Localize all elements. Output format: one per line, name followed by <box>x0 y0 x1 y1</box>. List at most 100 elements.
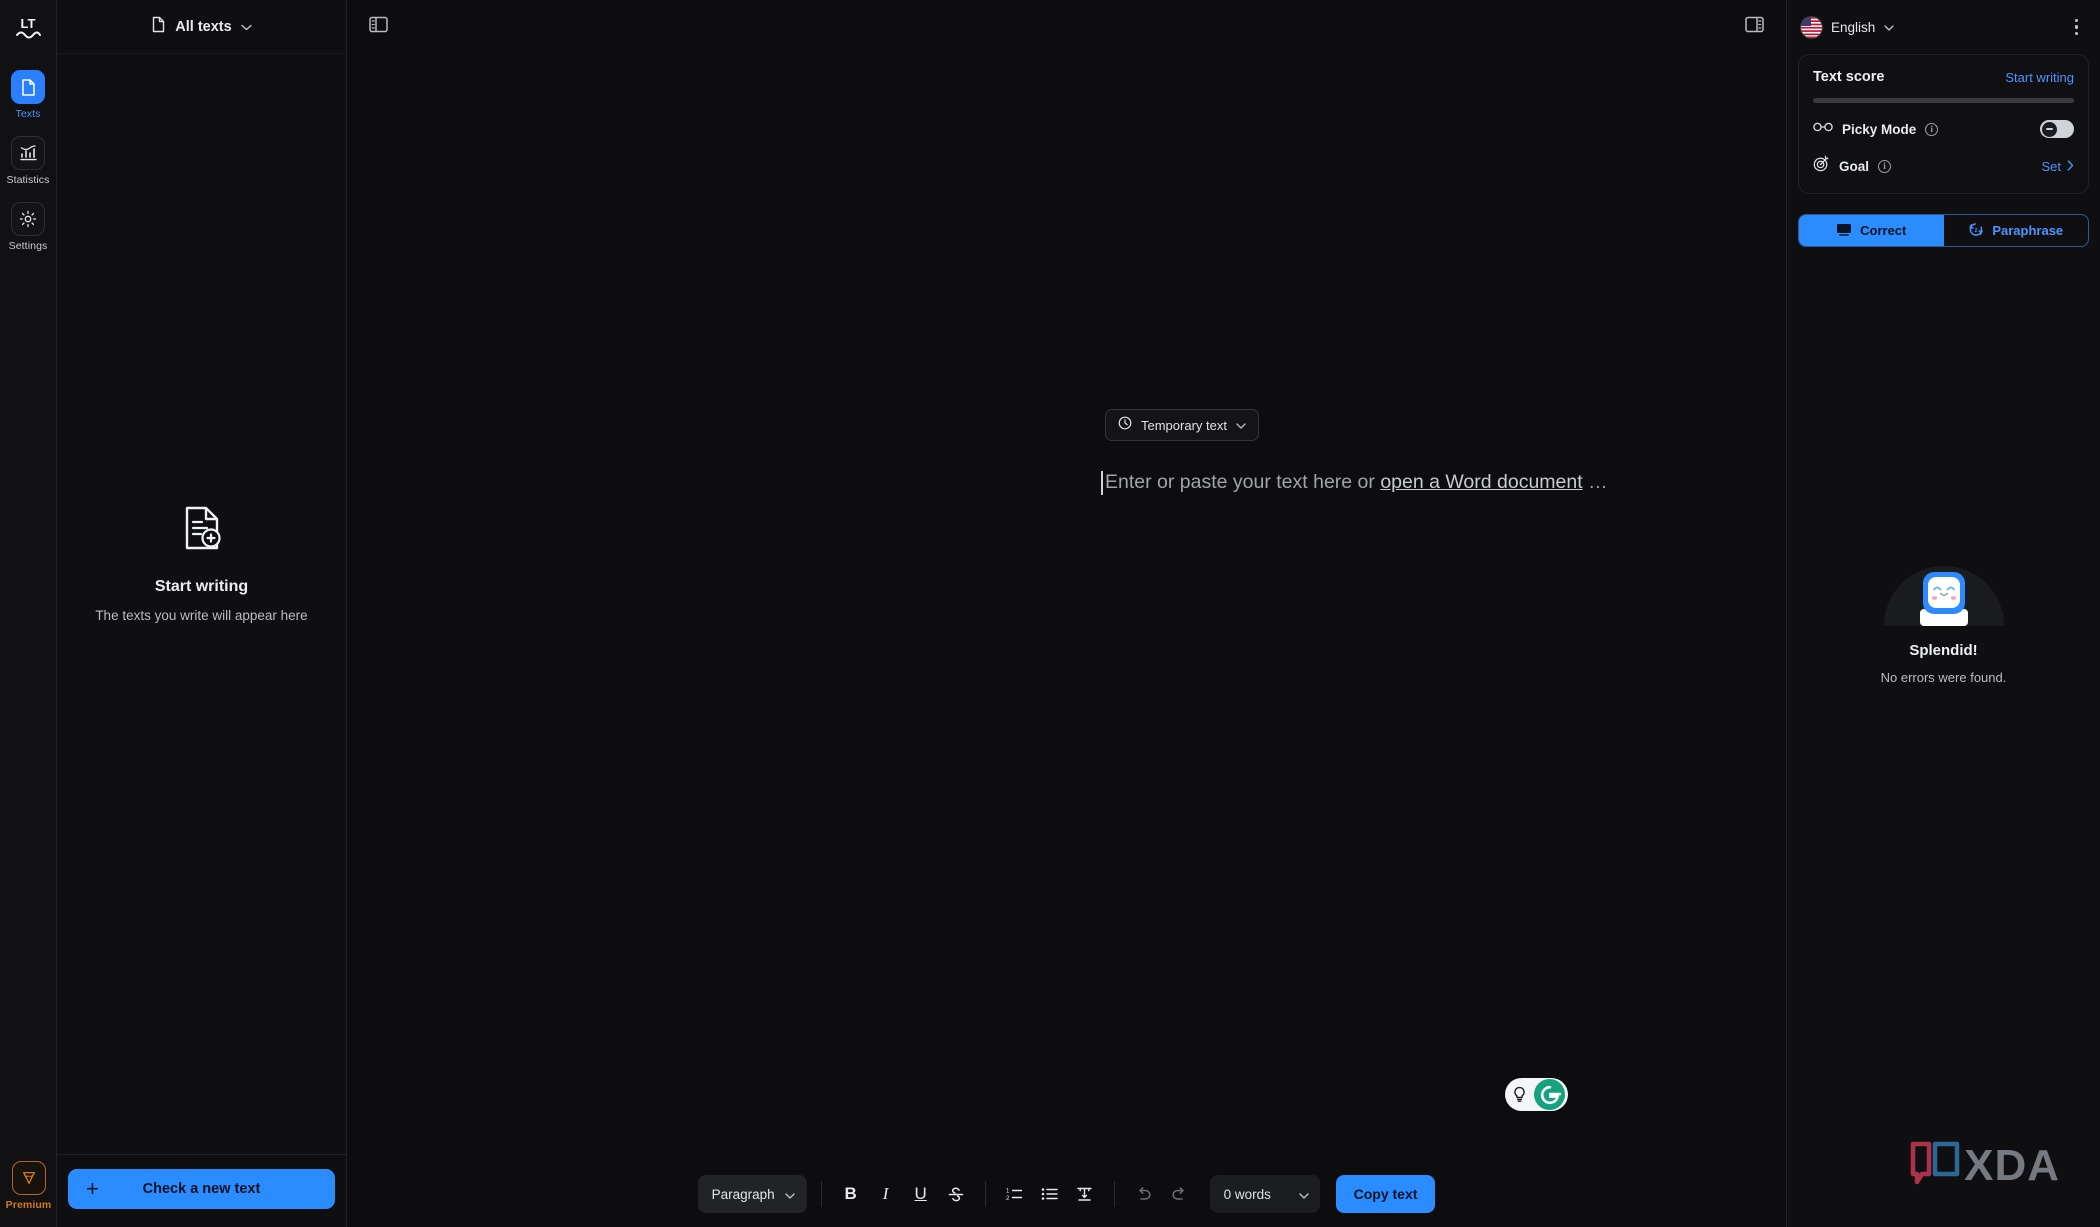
picky-mode-toggle[interactable] <box>2040 120 2074 138</box>
check-new-text-label: Check a new text <box>142 1181 261 1197</box>
text-score-title: Text score <box>1813 69 1885 85</box>
us-flag-icon <box>1801 16 1822 38</box>
mascot-face <box>1927 577 1960 608</box>
gem-icon <box>11 1161 46 1195</box>
text-score-progress <box>1813 98 2074 103</box>
picky-mode-label: Picky Mode <box>1842 121 1917 137</box>
tab-paraphrase[interactable]: 2 Paraphrase <box>1944 215 2089 246</box>
sidebar-item-premium[interactable]: Premium <box>0 1161 57 1211</box>
word-count-dropdown[interactable]: 0 words <box>1209 1175 1320 1213</box>
lightbulb-icon <box>1512 1086 1529 1103</box>
picky-mode-row: Picky Mode i <box>1813 120 2074 138</box>
underline-button[interactable]: U <box>906 1179 936 1209</box>
svg-text:2: 2 <box>1975 228 1978 234</box>
copy-text-button[interactable]: Copy text <box>1335 1175 1436 1213</box>
undo-icon[interactable] <box>1129 1179 1159 1209</box>
grammarly-logo <box>1534 1079 1565 1110</box>
numbered-list-icon[interactable]: 1 2 <box>1000 1179 1030 1209</box>
text-style-group: B I U <box>836 1179 971 1209</box>
sidebar-item-statistics[interactable]: Statistics <box>0 136 57 186</box>
goal-row: Goal i Set <box>1813 155 2074 177</box>
tab-correct-label: Correct <box>1860 223 1907 238</box>
placeholder-after: … <box>1582 471 1608 493</box>
redo-icon[interactable] <box>1164 1179 1194 1209</box>
block-format-dropdown[interactable]: Paragraph <box>697 1175 807 1213</box>
svg-text:1: 1 <box>1006 1189 1010 1195</box>
text-caret <box>1101 471 1103 495</box>
panel-right-icon[interactable] <box>1745 16 1764 38</box>
sidebar-item-label: Statistics <box>6 174 50 186</box>
italic-button[interactable]: I <box>871 1179 901 1209</box>
mascot-illustration <box>1883 560 2004 626</box>
result-subtitle: No errors were found. <box>1880 669 2007 685</box>
monitor-icon <box>1836 223 1852 239</box>
mode-tabs: Correct 2 Paraphrase <box>1798 214 2089 247</box>
language-selector[interactable]: English <box>1801 16 1894 38</box>
chevron-down-icon <box>1298 1187 1309 1202</box>
texts-footer: + Check a new text <box>57 1154 346 1227</box>
document-icon <box>151 16 166 38</box>
more-vertical-icon[interactable] <box>2071 15 2083 40</box>
texts-empty-state: Start writing The texts you write will a… <box>57 54 346 1154</box>
bold-button[interactable]: B <box>836 1179 866 1209</box>
open-word-document-link[interactable]: open a Word document <box>1380 471 1582 493</box>
list-group: 1 2 <box>1000 1179 1100 1209</box>
svg-text:2: 2 <box>1006 1196 1010 1202</box>
chevron-right-icon <box>2067 159 2074 174</box>
document-icon <box>11 70 45 104</box>
toolbar-divider <box>1113 1181 1115 1207</box>
toolbar-divider <box>984 1181 986 1207</box>
mascot-head <box>1922 571 1965 614</box>
grammarly-widget[interactable] <box>1505 1078 1568 1111</box>
info-icon[interactable]: i <box>1925 122 1939 136</box>
clock-icon <box>1118 416 1132 435</box>
editor-placeholder[interactable]: Enter or paste your text here or open a … <box>1101 470 1608 495</box>
sidebar-item-settings[interactable]: Settings <box>0 202 57 252</box>
editor-toolbar: Paragraph B I U 1 2 0 words Copy text <box>347 1161 1786 1227</box>
sidebar-item-label: Texts <box>15 108 41 120</box>
empty-title: Start writing <box>154 578 249 595</box>
gear-icon <box>11 202 45 236</box>
bar-chart-icon <box>11 136 45 170</box>
clear-format-icon[interactable] <box>1070 1179 1100 1209</box>
editor-pane: Temporary text Enter or paste your text … <box>347 0 1787 1227</box>
strikethrough-button[interactable] <box>941 1179 971 1209</box>
xda-logo <box>1910 1140 1962 1191</box>
app-root: LT Texts Statistics Settings Premium All… <box>0 0 2100 1227</box>
xda-wordmark: XDA <box>1964 1140 2060 1190</box>
temporary-text-chip[interactable]: Temporary text <box>1105 409 1259 441</box>
chevron-down-icon <box>784 1187 795 1202</box>
result-empty-state: Splendid! No errors were found. <box>1787 247 2100 1227</box>
editor-topbar <box>347 0 1786 54</box>
bullet-list-icon[interactable] <box>1035 1179 1065 1209</box>
editor-body[interactable]: Temporary text Enter or paste your text … <box>347 54 1786 1161</box>
texts-panel: All texts Start writing The texts you wr… <box>57 0 347 1227</box>
right-panel-topbar: English <box>1787 0 2100 54</box>
empty-subtitle: The texts you write will appear here <box>95 608 308 623</box>
tab-correct[interactable]: Correct <box>1799 215 1944 246</box>
block-format-label: Paragraph <box>711 1186 775 1202</box>
info-icon[interactable]: i <box>1878 159 1892 173</box>
all-texts-dropdown[interactable]: All texts <box>57 0 346 54</box>
picky-mode-left: Picky Mode i <box>1813 120 1939 138</box>
check-new-text-button[interactable]: + Check a new text <box>68 1169 335 1209</box>
toggle-knob <box>2041 121 2057 137</box>
word-count-label: 0 words <box>1223 1186 1271 1202</box>
result-title: Splendid! <box>1909 641 1978 659</box>
premium-label: Premium <box>5 1199 52 1211</box>
sidebar-item-texts[interactable]: Texts <box>0 70 57 120</box>
start-writing-link[interactable]: Start writing <box>2005 70 2074 85</box>
languagetool-logo[interactable]: LT <box>8 10 48 48</box>
chevron-down-icon <box>1236 416 1246 434</box>
text-score-card: Text score Start writing Picky Mode i Go… <box>1798 54 2089 194</box>
goal-set-button[interactable]: Set <box>2041 159 2074 174</box>
glasses-icon <box>1813 120 1833 138</box>
chevron-down-icon <box>1884 18 1894 36</box>
document-add-icon <box>180 505 224 556</box>
text-score-header: Text score Start writing <box>1813 69 2074 85</box>
happy-robot-mascot <box>1919 571 1968 626</box>
plus-icon: + <box>86 1176 99 1201</box>
sidebar-item-label: Settings <box>8 240 48 252</box>
chevron-down-icon <box>241 18 252 36</box>
panel-left-icon[interactable] <box>369 16 388 38</box>
